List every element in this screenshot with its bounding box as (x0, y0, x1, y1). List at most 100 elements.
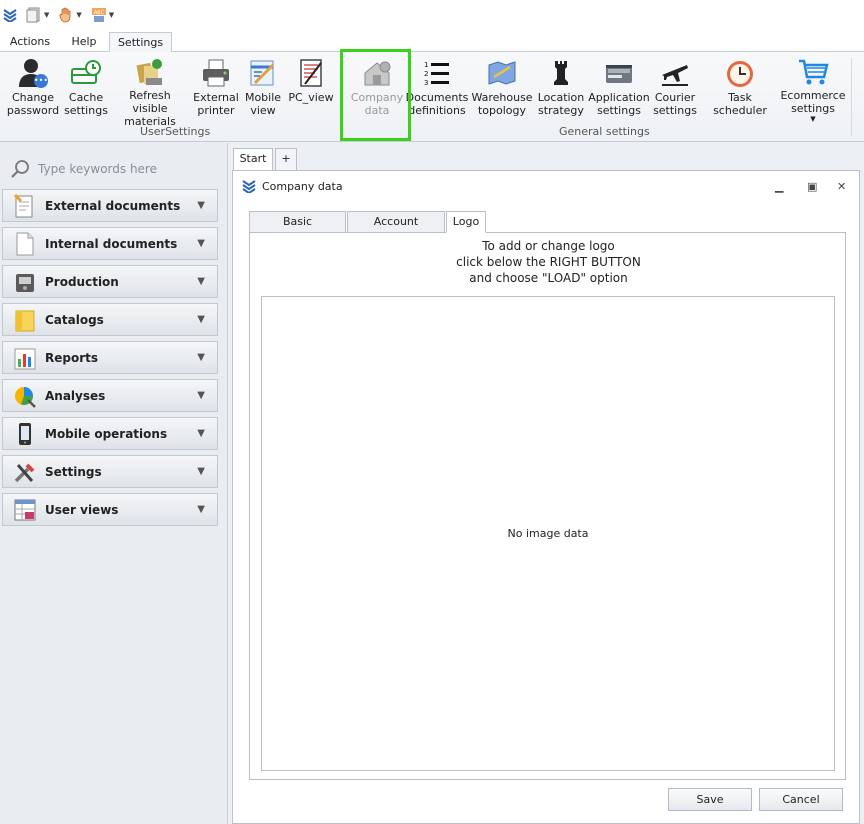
navigation-sidebar: Type keywords here External documents ▼ … (0, 143, 228, 824)
sidebar-item-label: Catalogs (45, 312, 104, 327)
tab-basic-information[interactable]: Basic information (249, 211, 346, 248)
quick-access-toolbar: ▼ ▼ ABC ▼ (0, 0, 864, 30)
sidebar-item-analyses[interactable]: Analyses ▼ (2, 379, 218, 412)
tab-help[interactable]: Help (60, 32, 108, 53)
search-icon (11, 160, 29, 178)
user-password-icon: ••• (19, 59, 48, 88)
sidebar-item-reports[interactable]: Reports ▼ (2, 341, 218, 374)
tools-icon (14, 463, 35, 482)
sidebar-item-label: Mobile operations (45, 426, 168, 441)
tab-logo[interactable]: Logo (446, 211, 486, 233)
logo-image-box[interactable]: No image data (261, 296, 835, 771)
save-button[interactable]: Save (668, 788, 752, 811)
sidebar-item-settings[interactable]: Settings ▼ (2, 455, 218, 488)
chevron-down-icon: ▼ (197, 428, 205, 439)
pc-view-button[interactable]: PC_view (287, 56, 335, 122)
app-logo-icon (3, 9, 17, 22)
tab-settings[interactable]: Settings (109, 32, 172, 53)
restore-icon[interactable]: ▣ (807, 180, 817, 193)
external-printer-button[interactable]: External printer (192, 56, 240, 122)
chevron-down-icon: ▼ (810, 115, 816, 123)
svg-text:2: 2 (424, 70, 428, 78)
documents-definitions-button[interactable]: 123 Documents definitions (406, 56, 469, 122)
chevron-down-icon: ▼ (76, 11, 82, 19)
add-tab-button[interactable]: + (275, 148, 297, 170)
tab-account-numbers[interactable]: Account numbers (347, 211, 445, 248)
close-icon[interactable]: ✕ (837, 180, 846, 193)
analyses-icon (15, 386, 36, 408)
production-icon (16, 273, 34, 292)
company-data-highlight (340, 49, 411, 141)
location-strategy-button[interactable]: Location strategy (536, 56, 586, 122)
chevron-down-icon: ▼ (197, 352, 205, 363)
window-header: Company data ▁ ▣ ✕ (233, 171, 859, 201)
sidebar-item-user-views[interactable]: User views ▼ (2, 493, 218, 526)
cache-settings-button[interactable]: Cache settings (62, 56, 110, 122)
ribbon-tab-bar: Actions Help Settings (0, 30, 864, 53)
group-separator (851, 58, 852, 136)
chevron-down-icon: ▼ (197, 238, 205, 249)
sidebar-item-label: Settings (45, 464, 102, 479)
chevron-down-icon: ▼ (108, 11, 115, 19)
svg-text:ABC: ABC (94, 10, 105, 16)
sidebar-item-catalogs[interactable]: Catalogs ▼ (2, 303, 218, 336)
chevron-down-icon: ▼ (197, 390, 205, 401)
hand-tool-dropdown[interactable]: ▼ (58, 7, 82, 23)
user-views-icon (14, 499, 36, 520)
warehouse-topology-button[interactable]: Warehouse topology (471, 56, 533, 122)
sidebar-item-mobile-operations[interactable]: Mobile operations ▼ (2, 417, 218, 450)
tab-actions[interactable]: Actions (4, 32, 56, 53)
warehouse-map-icon (488, 61, 516, 85)
sidebar-item-internal-documents[interactable]: Internal documents ▼ (2, 227, 218, 260)
chevron-down-icon: ▼ (197, 276, 205, 287)
svg-text:3: 3 (424, 79, 428, 87)
hand-icon (59, 7, 71, 23)
pc-view-icon (300, 59, 322, 87)
document-icon (26, 7, 40, 23)
abc-icon: ABC (91, 8, 106, 22)
shopping-cart-icon (799, 59, 829, 85)
group-label-general-settings: General settings (559, 125, 650, 138)
sidebar-search[interactable]: Type keywords here (10, 159, 157, 179)
sidebar-item-production[interactable]: Production ▼ (2, 265, 218, 298)
mobile-phone-icon (19, 422, 31, 445)
application-settings-icon (606, 65, 632, 83)
sidebar-item-label: User views (45, 502, 119, 517)
app-menu-button[interactable] (3, 8, 17, 22)
chevron-down-icon: ▼ (44, 11, 50, 19)
sidebar-item-label: Reports (45, 350, 99, 365)
window-title: Company data (262, 179, 343, 193)
sidebar-item-label: Production (45, 274, 119, 289)
mobile-view-button[interactable]: Mobile view (243, 56, 283, 122)
internal-documents-icon (16, 232, 34, 255)
no-image-text: No image data (507, 527, 589, 540)
logo-panel: To add or change logo click below the RI… (249, 232, 846, 780)
new-document-dropdown[interactable]: ▼ (26, 7, 49, 23)
application-settings-button[interactable]: Application settings (588, 56, 650, 122)
ecommerce-settings-button[interactable]: Ecommerce settings ▼ (780, 56, 846, 123)
group-label-user-settings: UserSettings (140, 125, 211, 138)
external-documents-icon (13, 193, 33, 217)
numbered-list-icon: 123 (424, 61, 449, 87)
tab-start[interactable]: Start (233, 148, 273, 170)
chess-rook-icon (554, 61, 568, 85)
cancel-button[interactable]: Cancel (759, 788, 843, 811)
reports-chart-icon (14, 348, 36, 369)
spellcheck-dropdown[interactable]: ABC ▼ (91, 7, 114, 23)
alarm-clock-icon (727, 61, 753, 87)
minimize-icon[interactable]: ▁ (775, 180, 783, 193)
sidebar-item-label: External documents (45, 198, 181, 213)
mobile-view-icon (250, 60, 275, 86)
document-area: Start + Company data ▁ ▣ ✕ Basic informa… (229, 143, 864, 824)
svg-text:•••: ••• (34, 76, 48, 85)
materials-refresh-icon (136, 59, 162, 85)
search-input[interactable]: Type keywords here (38, 162, 157, 176)
company-data-window: Company data ▁ ▣ ✕ Basic information Acc… (232, 170, 860, 824)
task-scheduler-button[interactable]: Task scheduler (702, 56, 778, 122)
chevron-down-icon: ▼ (197, 314, 205, 325)
courier-settings-button[interactable]: Courier settings (652, 56, 698, 122)
printer-icon (203, 59, 229, 87)
sidebar-item-external-documents[interactable]: External documents ▼ (2, 189, 218, 222)
change-password-button[interactable]: ••• Change password (6, 56, 60, 122)
refresh-visible-materials-button[interactable]: Refresh visible materials (112, 56, 188, 128)
